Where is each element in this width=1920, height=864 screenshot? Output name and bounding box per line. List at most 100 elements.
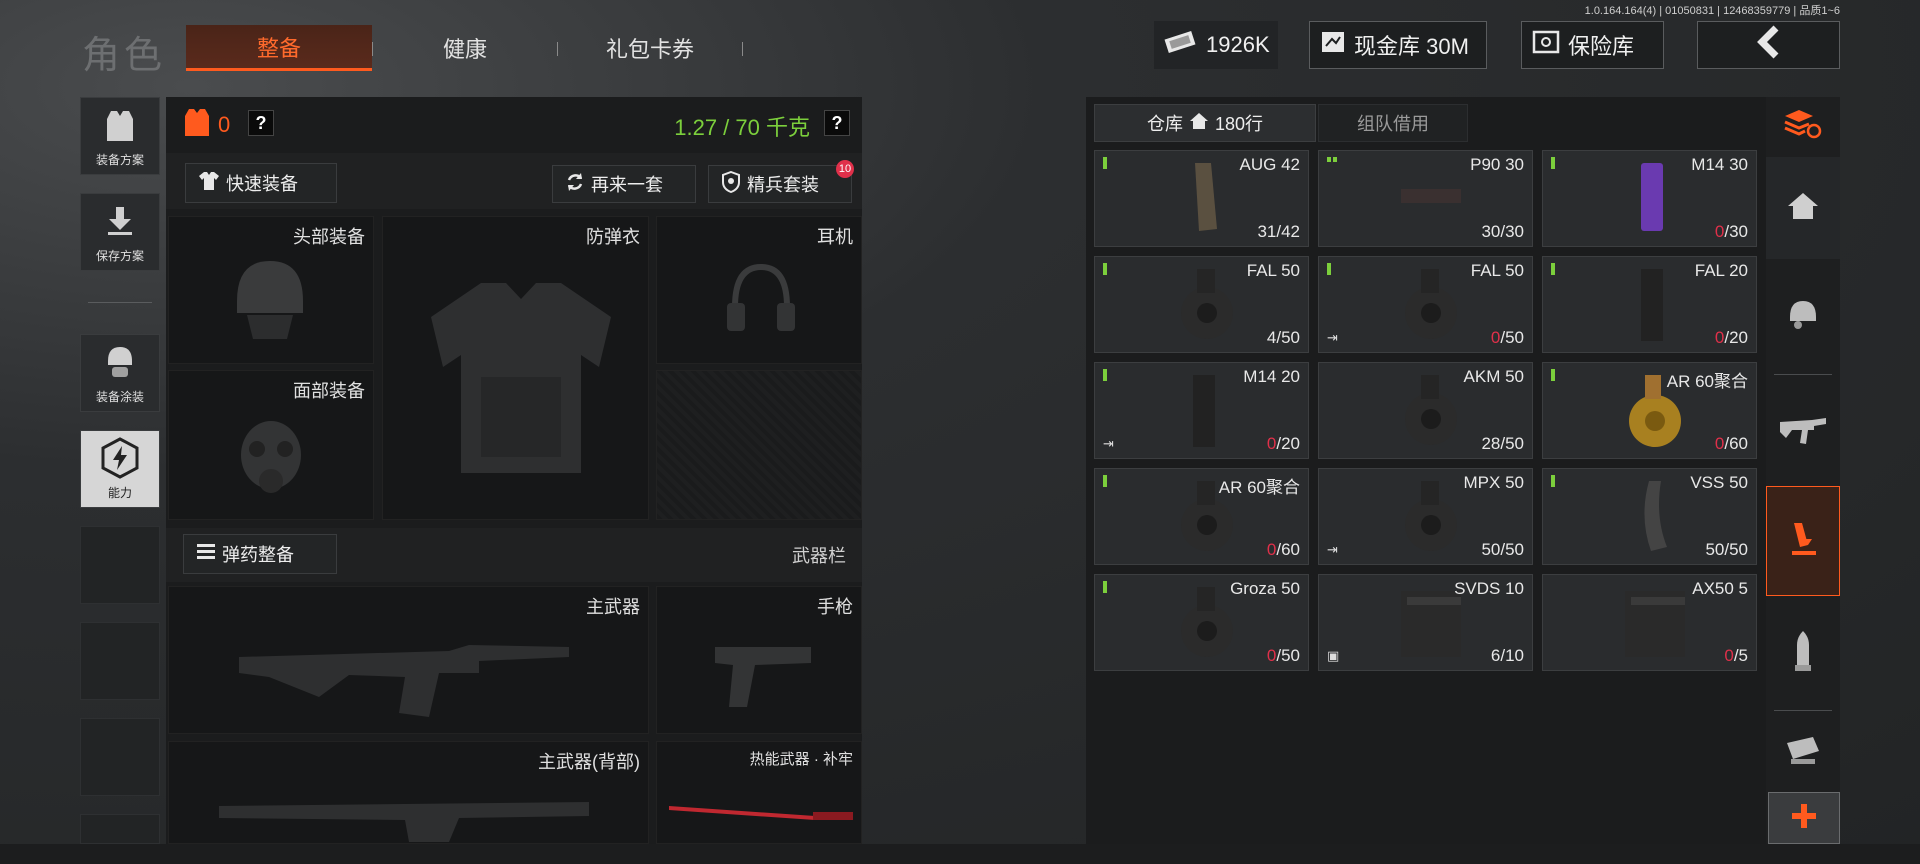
item-card[interactable]: AKM 50 28/50 (1318, 362, 1533, 459)
gear-paint-button[interactable]: 装备涂装 (80, 334, 160, 412)
item-card[interactable]: Groza 50 0/50 (1094, 574, 1309, 671)
safe-button[interactable]: 保险库 (1521, 21, 1664, 69)
item-name: Groza 50 (1230, 579, 1300, 598)
item-count: 0/30 (1715, 222, 1748, 242)
primary-weapon-back-slot[interactable]: 主武器(背部) (168, 741, 649, 844)
item-count-current: 4 (1266, 328, 1277, 347)
plus-icon (1790, 802, 1818, 835)
item-card[interactable]: AR 60聚合 0/60 (1542, 362, 1757, 459)
rarity-indicator (1103, 157, 1107, 169)
version-text: 1.0.164.164(4) | 01050831 | 12468359779 … (1584, 5, 1840, 17)
rifle-back-silhouette-icon (219, 802, 589, 842)
empty-slot (656, 370, 862, 520)
layers-refresh-icon (1783, 107, 1823, 146)
rarity-indicator (1551, 157, 1555, 169)
helmet-silhouette-icon (237, 261, 303, 339)
category-home-tab[interactable] (1766, 157, 1840, 259)
tab-health[interactable]: 健康 (373, 25, 557, 71)
magazine-icon (1405, 375, 1457, 445)
item-count: 0/5 (1724, 646, 1748, 666)
item-card[interactable]: P90 30 30/30 (1318, 150, 1533, 247)
item-count: 50/50 (1705, 540, 1748, 560)
quick-equip-label: 快速装备 (226, 174, 298, 194)
headset-silhouette-icon (727, 263, 795, 331)
rifle-silhouette-icon (239, 645, 569, 717)
download-icon (105, 194, 135, 247)
rarity-indicator (1551, 369, 1555, 381)
elite-set-button[interactable]: 精兵套装 (708, 165, 852, 203)
item-card[interactable]: AUG 42 31/42 (1094, 150, 1309, 247)
head-slot[interactable]: 头部装备 (168, 216, 374, 364)
item-count: 0/50 (1491, 328, 1524, 348)
magazine-icon (1641, 163, 1663, 231)
save-plan-button[interactable]: 保存方案 (80, 193, 160, 271)
back-button[interactable] (1697, 21, 1840, 69)
item-count-max: /50 (1500, 328, 1524, 347)
tab-warehouse[interactable]: 仓库 180行 (1094, 104, 1316, 142)
item-card[interactable]: M14 20 0/20 ⇥ (1094, 362, 1309, 459)
empty-rail-slot (80, 526, 160, 604)
armor-help-button[interactable]: ? (248, 110, 274, 136)
weight-help-button[interactable]: ? (824, 110, 850, 136)
item-count: 28/50 (1481, 434, 1524, 454)
armor-vest-icon (182, 106, 212, 143)
magazine-icon (1195, 163, 1217, 231)
item-card[interactable]: SVDS 10 6/10 ▣ (1318, 574, 1533, 671)
item-name: SVDS 10 (1454, 579, 1524, 598)
category-scope-tab[interactable] (1766, 714, 1840, 790)
again-set-button[interactable]: 再来一套 (552, 165, 696, 203)
helmet-icon (102, 335, 138, 388)
ability-button[interactable]: 能力 (80, 430, 160, 508)
melee-slot[interactable]: 热能武器 · 补牢 (656, 741, 862, 844)
tab-gift-cards[interactable]: 礼包卡券 (558, 25, 742, 71)
add-category-button[interactable] (1768, 792, 1840, 844)
magazine-icon (1644, 481, 1667, 551)
item-card[interactable]: AX50 5 0/5 (1542, 574, 1757, 671)
item-count: 30/30 (1481, 222, 1524, 242)
armor-status: 0 (182, 106, 230, 143)
category-bullet-tab[interactable] (1766, 598, 1840, 708)
tab-team-borrow[interactable]: 组队借用 (1318, 104, 1468, 142)
safe-label: 保险库 (1568, 34, 1635, 59)
category-rifle-tab[interactable] (1766, 378, 1840, 484)
rail-label: 装备方案 (95, 153, 144, 167)
loadout-plan-button[interactable]: 装备方案 (80, 97, 160, 175)
item-count-current: 0 (1724, 646, 1734, 665)
item-count-current: 0 (1714, 222, 1725, 241)
item-card[interactable]: VSS 50 50/50 (1542, 468, 1757, 565)
again-set-label: 再来一套 (591, 175, 663, 195)
primary-weapon-slot[interactable]: 主武器 (168, 586, 649, 734)
face-slot[interactable]: 面部装备 (168, 370, 374, 520)
item-card[interactable]: FAL 50 4/50 (1094, 256, 1309, 353)
item-card[interactable]: AR 60聚合 0/60 (1094, 468, 1309, 565)
item-count-max: /10 (1500, 646, 1524, 665)
item-card[interactable]: MPX 50 50/50 ⇥ (1318, 468, 1533, 565)
category-helmet-tab[interactable] (1766, 262, 1840, 370)
rail-divider (88, 302, 152, 303)
category-all-tab[interactable] (1766, 97, 1840, 155)
armor-slot[interactable]: 防弹衣 (382, 216, 649, 520)
rarity-indicator (1551, 475, 1555, 487)
headset-slot[interactable]: 耳机 (656, 216, 862, 364)
item-card[interactable]: FAL 20 0/20 (1542, 256, 1757, 353)
rifle-icon (1778, 412, 1828, 451)
bullet-icon (1790, 629, 1816, 678)
item-card[interactable]: M14 30 0/30 (1542, 150, 1757, 247)
tab-outfit[interactable]: 整备 (186, 25, 372, 71)
currency-display: 1926K (1154, 21, 1278, 69)
ammo-equip-button[interactable]: 弹药整备 (183, 534, 337, 574)
item-count-current: 31 (1257, 222, 1277, 241)
category-ammo-mag-tab[interactable] (1766, 486, 1840, 596)
item-name: FAL 50 (1470, 261, 1524, 280)
weight-display: 1.27 / 70 千克 (674, 115, 810, 140)
pistol-slot[interactable]: 手枪 (656, 586, 862, 734)
quick-equip-button[interactable]: 快速装备 (185, 163, 337, 203)
warehouse-rows: 180行 (1214, 114, 1264, 134)
cash-vault-button[interactable]: 现金库 30M (1309, 21, 1487, 69)
magazine-icon (1625, 591, 1685, 657)
item-card[interactable]: FAL 50 0/50 ⇥ (1318, 256, 1533, 353)
slot-label: 主武器 (586, 597, 640, 617)
item-status-icon: ⇥ (1327, 542, 1338, 557)
money-icon (1164, 30, 1198, 60)
magazine-icon (1193, 375, 1215, 447)
